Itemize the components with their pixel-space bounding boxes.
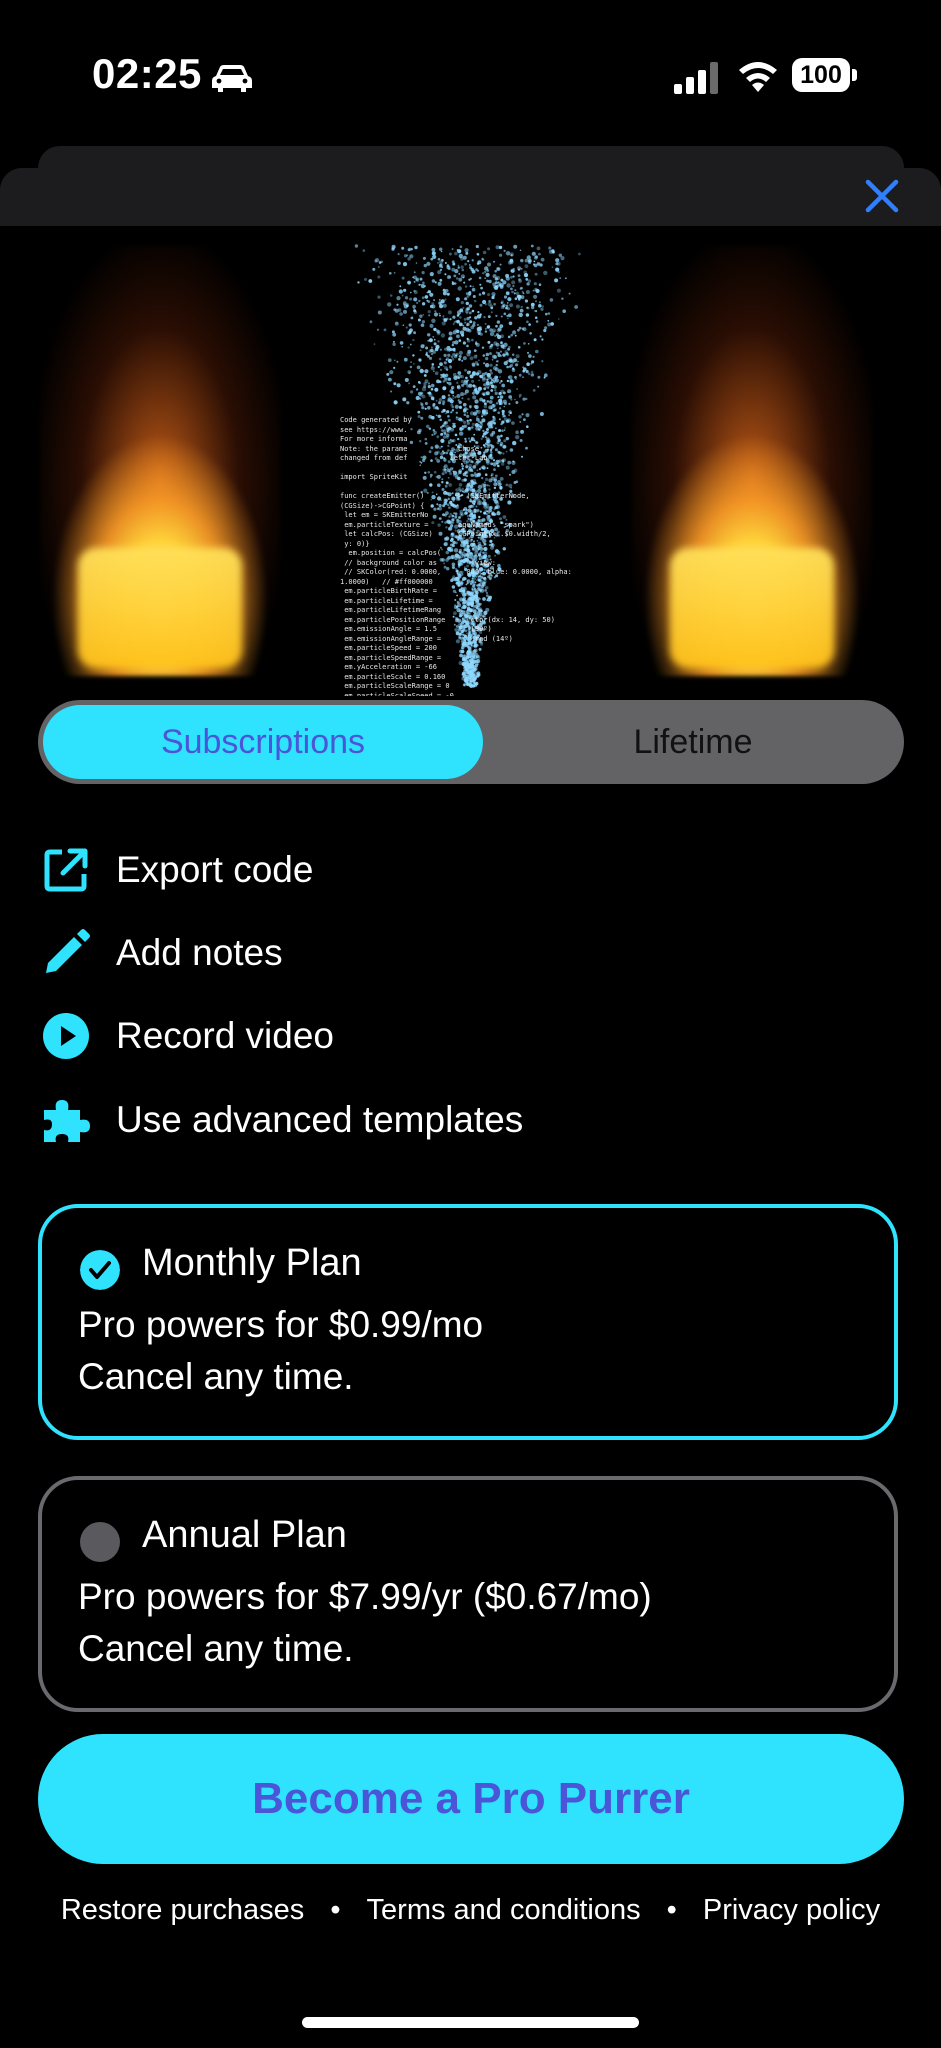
checkmark-circle-icon [80, 1250, 120, 1290]
plan-cancel-note: Cancel any time. [78, 1356, 354, 1397]
fire-base [670, 548, 834, 668]
battery-tip [852, 69, 857, 81]
restore-purchases-link[interactable]: Restore purchases [61, 1894, 304, 1927]
feature-label: Export code [116, 849, 314, 890]
become-pro-button[interactable]: Become a Pro Purrer [38, 1734, 904, 1864]
privacy-link[interactable]: Privacy policy [703, 1894, 880, 1927]
fire-effect-left [40, 246, 280, 676]
separator-dot: • [330, 1894, 341, 1926]
footer-links: Restore purchases • Terms and conditions… [0, 1894, 941, 1927]
terms-link[interactable]: Terms and conditions [367, 1894, 641, 1927]
hero-preview: Code generated by see https://www. For m… [0, 226, 941, 696]
fire-base [78, 548, 242, 668]
play-circle-icon [43, 1013, 89, 1059]
pencil-icon [46, 929, 90, 973]
tab-lifetime[interactable]: Lifetime [488, 700, 898, 784]
status-time: 02:25 [92, 50, 202, 97]
plan-price: Pro powers for $0.99/mo [78, 1304, 484, 1345]
puzzle-piece-icon [44, 1100, 90, 1142]
home-indicator [302, 2017, 639, 2028]
plan-type-segmented-control: Subscriptions Lifetime [38, 700, 904, 784]
external-link-icon [44, 848, 88, 892]
monthly-plan-card[interactable]: Monthly Plan Pro powers for $0.99/mo Can… [38, 1204, 898, 1440]
plan-title: Annual Plan [142, 1514, 347, 1556]
tab-subscriptions[interactable]: Subscriptions [43, 700, 483, 784]
code-snippet: Code generated by see https://www. For m… [340, 416, 572, 696]
signal-icon [674, 62, 718, 94]
separator-dot: • [666, 1894, 677, 1926]
battery-icon: 100 [792, 58, 858, 92]
feature-label: Use advanced templates [116, 1099, 524, 1140]
wifi-icon [739, 62, 777, 92]
plan-cancel-note: Cancel any time. [78, 1628, 354, 1669]
fire-effect-right [632, 246, 872, 676]
car-icon [212, 65, 252, 92]
feature-label: Record video [116, 1015, 335, 1056]
feature-label: Add notes [116, 932, 283, 973]
annual-plan-card[interactable]: Annual Plan Pro powers for $7.99/yr ($0.… [38, 1476, 898, 1712]
plan-price: Pro powers for $7.99/yr ($0.67/mo) [78, 1576, 652, 1617]
radio-unselected-icon [80, 1522, 120, 1562]
status-bar: 02:25 100 [0, 0, 941, 150]
close-icon[interactable] [862, 176, 902, 216]
battery-level: 100 [792, 58, 850, 92]
sheet-header [0, 168, 941, 226]
plan-title: Monthly Plan [142, 1242, 362, 1284]
